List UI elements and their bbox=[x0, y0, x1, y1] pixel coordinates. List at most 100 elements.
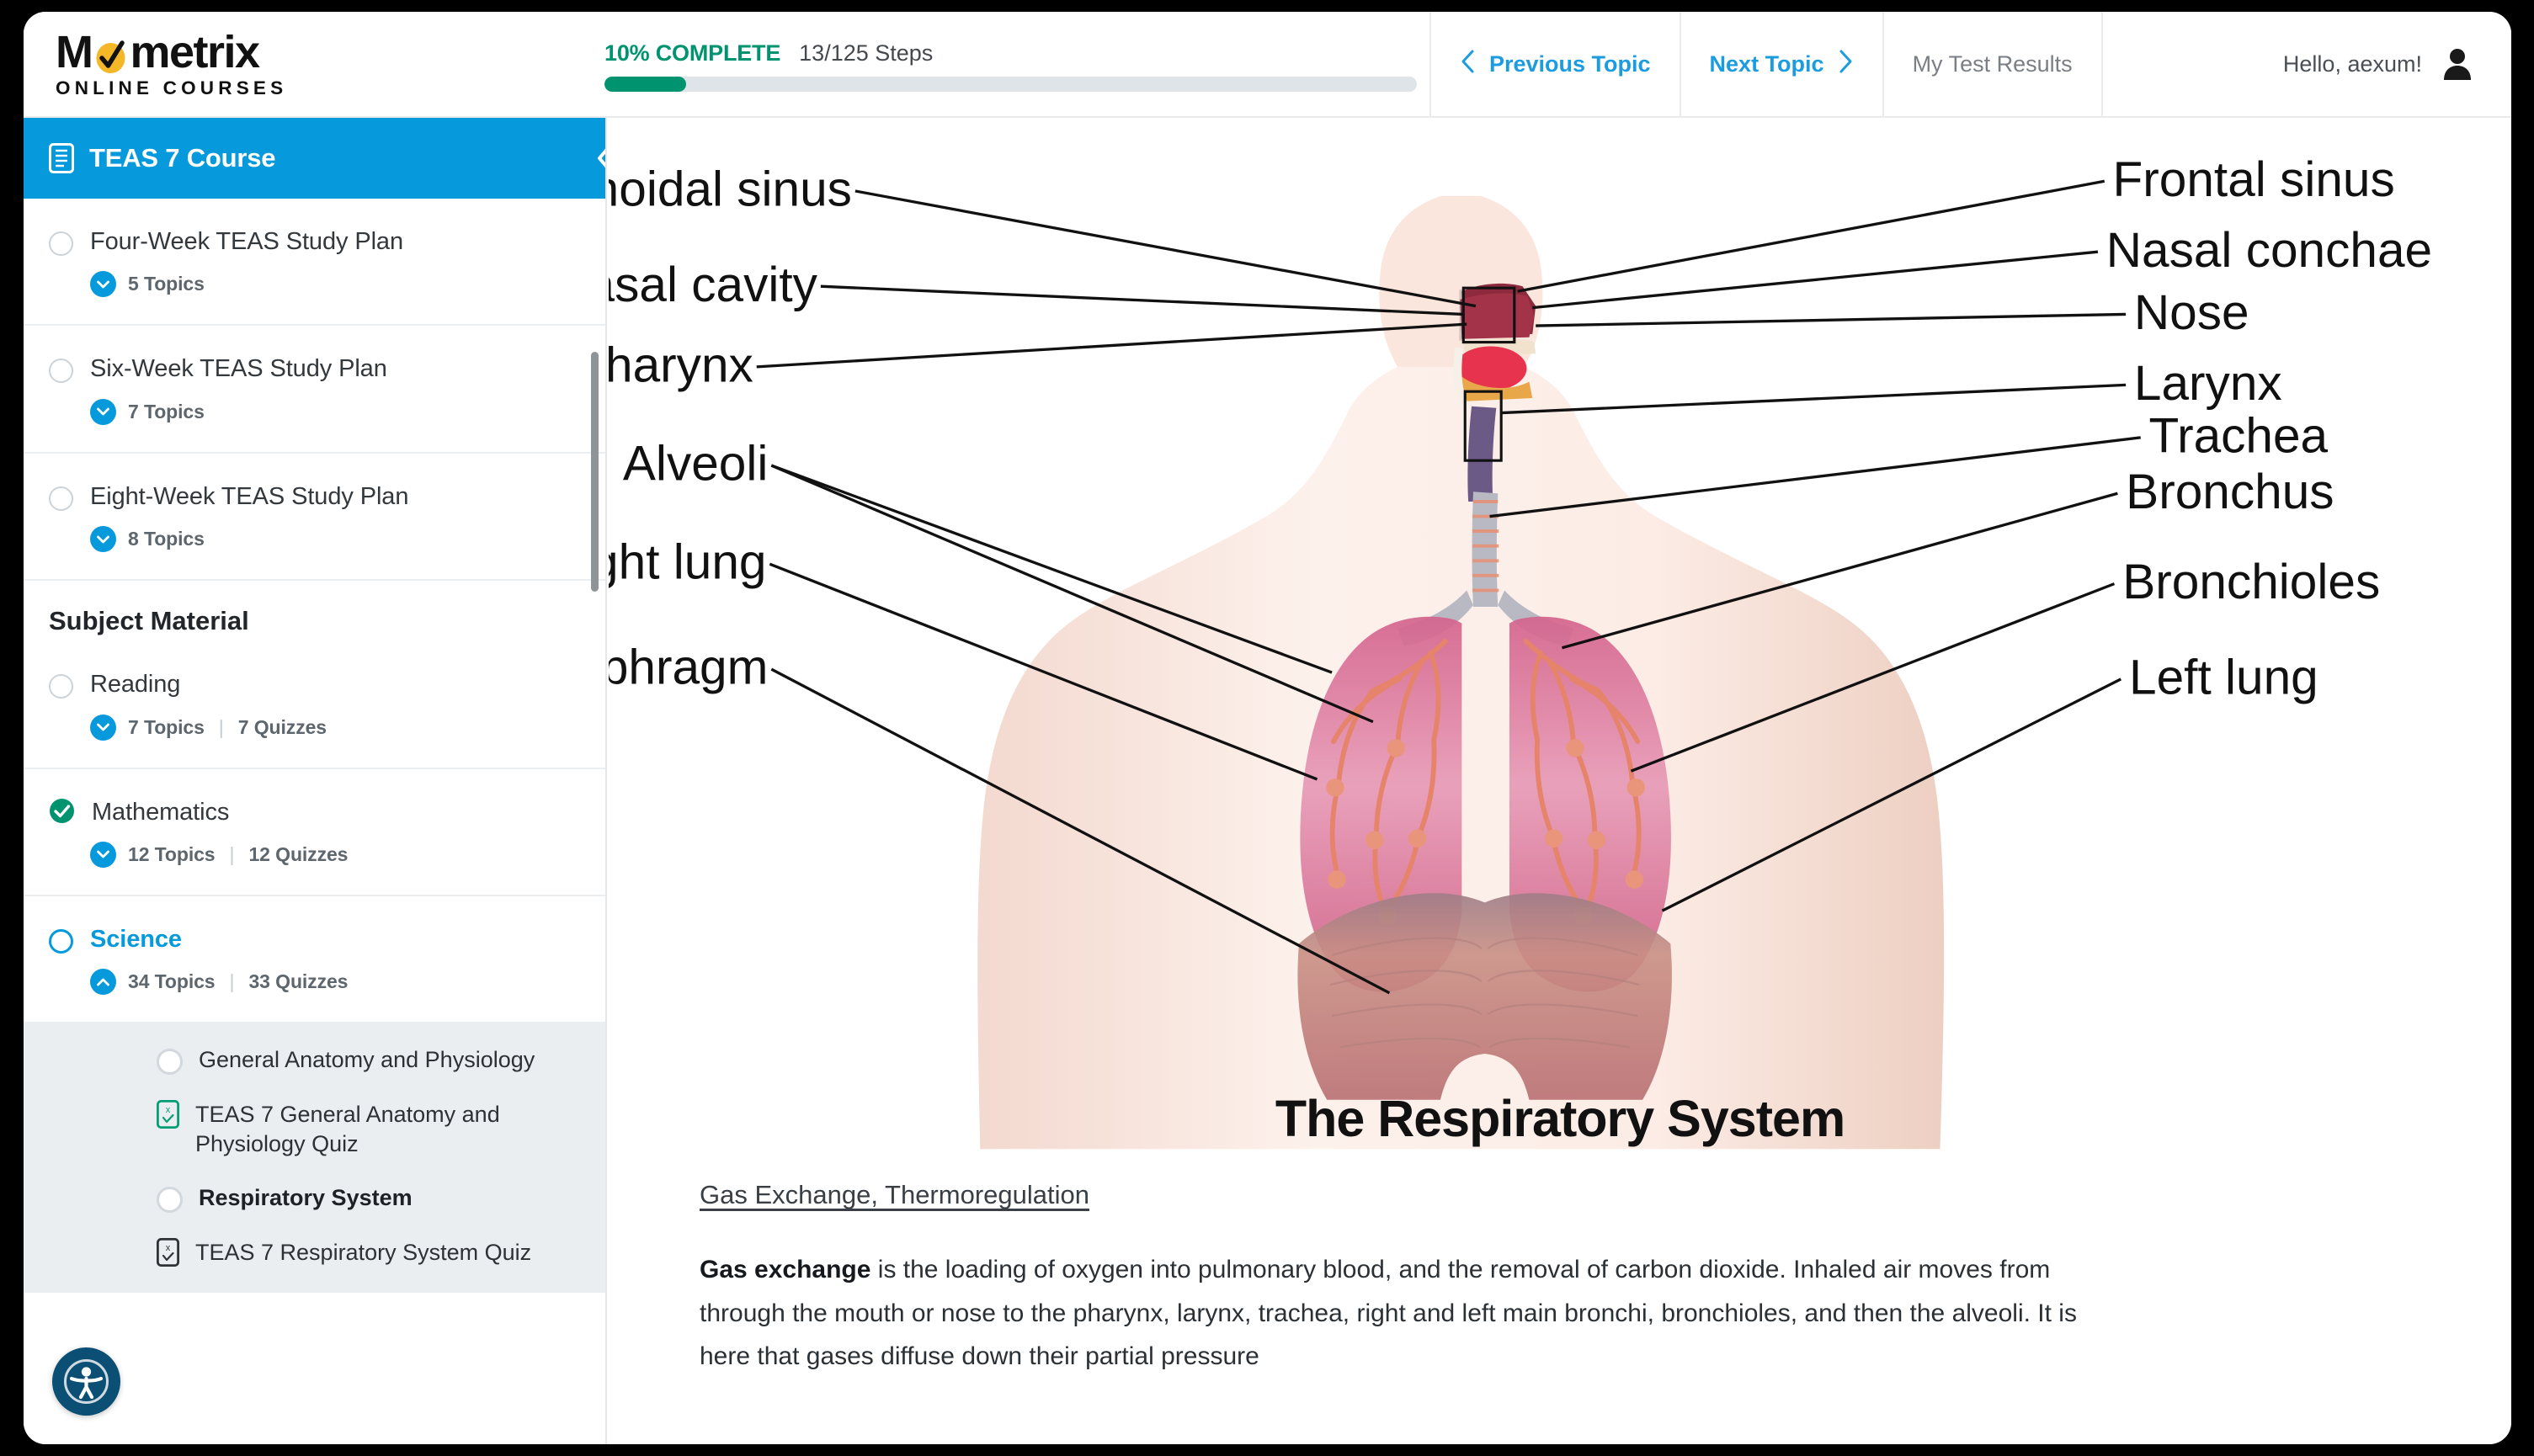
label-pharynx: Pharynx bbox=[609, 337, 753, 392]
sidebar-section-title: Subject Material bbox=[49, 606, 249, 636]
chevron-down-icon bbox=[97, 407, 109, 416]
chevron-down-icon bbox=[97, 280, 109, 289]
paragraph-body: is the loading of oxygen into pulmonary … bbox=[700, 1256, 2077, 1371]
course-progress: 10% COMPLETE 13/125 Steps bbox=[604, 12, 1429, 116]
accessibility-button[interactable] bbox=[52, 1347, 120, 1416]
topics-count: 5 Topics bbox=[128, 273, 205, 295]
sidebar-item-label: Science bbox=[90, 925, 182, 953]
accessibility-person-icon bbox=[64, 1359, 109, 1404]
sidebar-item-six-week-teas-study-plan[interactable]: Six-Week TEAS Study Plan 7 Topics bbox=[24, 326, 605, 454]
progress-bar-fill bbox=[604, 76, 686, 92]
paragraph-lead-term: Gas exchange bbox=[700, 1256, 871, 1283]
quiz-icon: x bbox=[157, 1238, 179, 1267]
sidebar-item-mathematics[interactable]: Mathematics 12 Topics | 12 Quizzes bbox=[24, 769, 605, 896]
sidebar-item-label: Eight-Week TEAS Study Plan bbox=[90, 482, 409, 510]
sidebar-topic-label: TEAS 7 General Anatomy and Physiology Qu… bbox=[195, 1102, 500, 1156]
sidebar-item-eight-week-teas-study-plan[interactable]: Eight-Week TEAS Study Plan 8 Topics bbox=[24, 454, 605, 582]
topics-count: 7 Topics bbox=[128, 400, 205, 422]
my-test-results-label: My Test Results bbox=[1912, 50, 2073, 77]
quizzes-count: 12 Quizzes bbox=[248, 842, 349, 865]
label-trachea: Trachea bbox=[2148, 408, 2328, 463]
avatar-icon bbox=[2442, 48, 2473, 80]
label-left-lung: Left lung bbox=[2129, 650, 2318, 704]
topic-status-ring-icon bbox=[157, 1187, 183, 1214]
next-topic-button[interactable]: Next Topic bbox=[1679, 12, 1882, 116]
lesson-meta: 5 Topics bbox=[49, 271, 580, 298]
label-nasal-cavity: Nasal cavity bbox=[609, 258, 818, 312]
label-right-lung: Right lung bbox=[609, 535, 766, 590]
sidebar-topic-label: General Anatomy and Physiology bbox=[199, 1047, 535, 1073]
sidebar-topic-respiratory-system[interactable]: Respiratory System bbox=[157, 1183, 580, 1214]
topics-count: 12 Topics bbox=[128, 842, 216, 865]
status-ring-icon bbox=[49, 928, 73, 954]
sidebar-topic-teas-7-respiratory-system-quiz[interactable]: x TEAS 7 Respiratory System Quiz bbox=[157, 1238, 580, 1267]
chevron-down-icon bbox=[97, 723, 109, 731]
collapse-sidebar-button[interactable] bbox=[586, 139, 605, 178]
browser-viewport: M metrix ONLINE COURSES 10% COMPLETE 13/… bbox=[24, 12, 2511, 1444]
label-nasal-conchae: Nasal conchae bbox=[2106, 223, 2432, 278]
brand-logo[interactable]: M metrix ONLINE COURSES bbox=[24, 12, 604, 116]
diagram-title: The Respiratory System bbox=[1275, 1090, 1845, 1147]
sidebar-topic-general-anatomy-and-physiology[interactable]: General Anatomy and Physiology bbox=[157, 1045, 580, 1076]
previous-topic-label: Previous Topic bbox=[1489, 50, 1651, 77]
toggle-topics-button[interactable] bbox=[90, 841, 116, 868]
progress-percent-label: 10% COMPLETE bbox=[604, 40, 781, 66]
sidebar-scroll-body[interactable]: Four-Week TEAS Study Plan 5 Topics Six-Wee… bbox=[24, 199, 605, 1293]
sidebar-topic-label: Respiratory System bbox=[199, 1185, 413, 1211]
label-bronchioles: Bronchioles bbox=[2122, 555, 2380, 609]
svg-text:x: x bbox=[166, 1243, 171, 1253]
label-frontal-sinus: Frontal sinus bbox=[2113, 152, 2395, 207]
previous-topic-button[interactable]: Previous Topic bbox=[1429, 12, 1680, 116]
sidebar-item-science[interactable]: Science 34 Topics | 33 Quizzes bbox=[24, 896, 605, 1024]
anatomy-illustration: Sphenoidal sinus Nasal cavity Pharynx Al… bbox=[609, 152, 2432, 1150]
lesson-topic-link[interactable]: Gas Exchange, Thermoregulation bbox=[700, 1180, 2511, 1210]
my-test-results-link[interactable]: My Test Results bbox=[1882, 12, 2101, 116]
lesson-meta: 8 Topics bbox=[49, 526, 580, 553]
logo-wordmark: M metrix bbox=[56, 27, 260, 78]
meta-separator: | bbox=[229, 970, 235, 993]
logo-tagline: ONLINE COURSES bbox=[56, 77, 288, 99]
user-greeting: Hello, aexum! bbox=[2282, 50, 2422, 77]
sidebar-item-label: Four-Week TEAS Study Plan bbox=[90, 228, 403, 255]
chevron-right-icon bbox=[1839, 49, 1854, 80]
toggle-topics-button[interactable] bbox=[90, 271, 116, 298]
check-circle-icon bbox=[50, 798, 74, 823]
topic-status-ring-icon bbox=[157, 1049, 183, 1076]
lesson-meta: 12 Topics | 12 Quizzes bbox=[49, 841, 580, 868]
chevron-down-icon bbox=[97, 535, 109, 544]
lesson-content: Sphenoidal sinus Nasal cavity Pharynx Al… bbox=[609, 118, 2511, 1444]
topics-count: 7 Topics bbox=[128, 715, 205, 738]
status-ring-icon bbox=[49, 231, 73, 256]
sidebar-scrollbar-thumb[interactable] bbox=[591, 352, 599, 592]
toggle-topics-button[interactable] bbox=[90, 526, 116, 553]
meta-separator: | bbox=[229, 842, 235, 865]
course-sidebar[interactable]: TEAS 7 Course Four-Week TEAS Study Plan 5… bbox=[24, 118, 607, 1444]
chevron-up-icon bbox=[97, 978, 109, 986]
sidebar-course-title: TEAS 7 Course bbox=[89, 143, 276, 173]
checkmark-in-o-icon bbox=[93, 34, 129, 73]
next-topic-label: Next Topic bbox=[1709, 50, 1824, 77]
header-nav: Previous Topic Next Topic My Test Result… bbox=[1429, 12, 2511, 116]
label-larynx: Larynx bbox=[2134, 356, 2282, 411]
quiz-icon: x bbox=[157, 1100, 179, 1129]
label-bronchus: Bronchus bbox=[2126, 465, 2334, 519]
label-alveoli: Alveoli bbox=[623, 437, 769, 492]
label-sphenoidal-sinus: Sphenoidal sinus bbox=[609, 162, 852, 217]
sidebar-topic-label: TEAS 7 Respiratory System Quiz bbox=[195, 1240, 532, 1266]
sidebar-item-reading[interactable]: Reading 7 Topics | 7 Quizzes bbox=[24, 641, 605, 769]
toggle-topics-button[interactable] bbox=[90, 398, 116, 425]
sidebar-item-four-week-teas-study-plan[interactable]: Four-Week TEAS Study Plan 5 Topics bbox=[24, 199, 605, 327]
user-menu[interactable]: Hello, aexum! bbox=[2100, 12, 2511, 116]
toggle-topics-button[interactable] bbox=[90, 969, 116, 996]
sidebar-item-label: Six-Week TEAS Study Plan bbox=[90, 355, 387, 383]
sidebar-item-label: Mathematics bbox=[92, 798, 230, 826]
site-header: M metrix ONLINE COURSES 10% COMPLETE 13/… bbox=[24, 12, 2511, 118]
sidebar-topic-teas-7-general-anatomy-and-physiology-quiz[interactable]: x TEAS 7 General Anatomy and Physiology Q… bbox=[157, 1100, 580, 1158]
quizzes-count: 33 Quizzes bbox=[248, 970, 349, 993]
lesson-meta: 34 Topics | 33 Quizzes bbox=[49, 969, 580, 996]
topics-count: 8 Topics bbox=[128, 528, 205, 550]
label-nose: Nose bbox=[2134, 285, 2249, 340]
meta-separator: | bbox=[218, 715, 224, 738]
lesson-meta: 7 Topics bbox=[49, 398, 580, 425]
toggle-topics-button[interactable] bbox=[90, 714, 116, 741]
